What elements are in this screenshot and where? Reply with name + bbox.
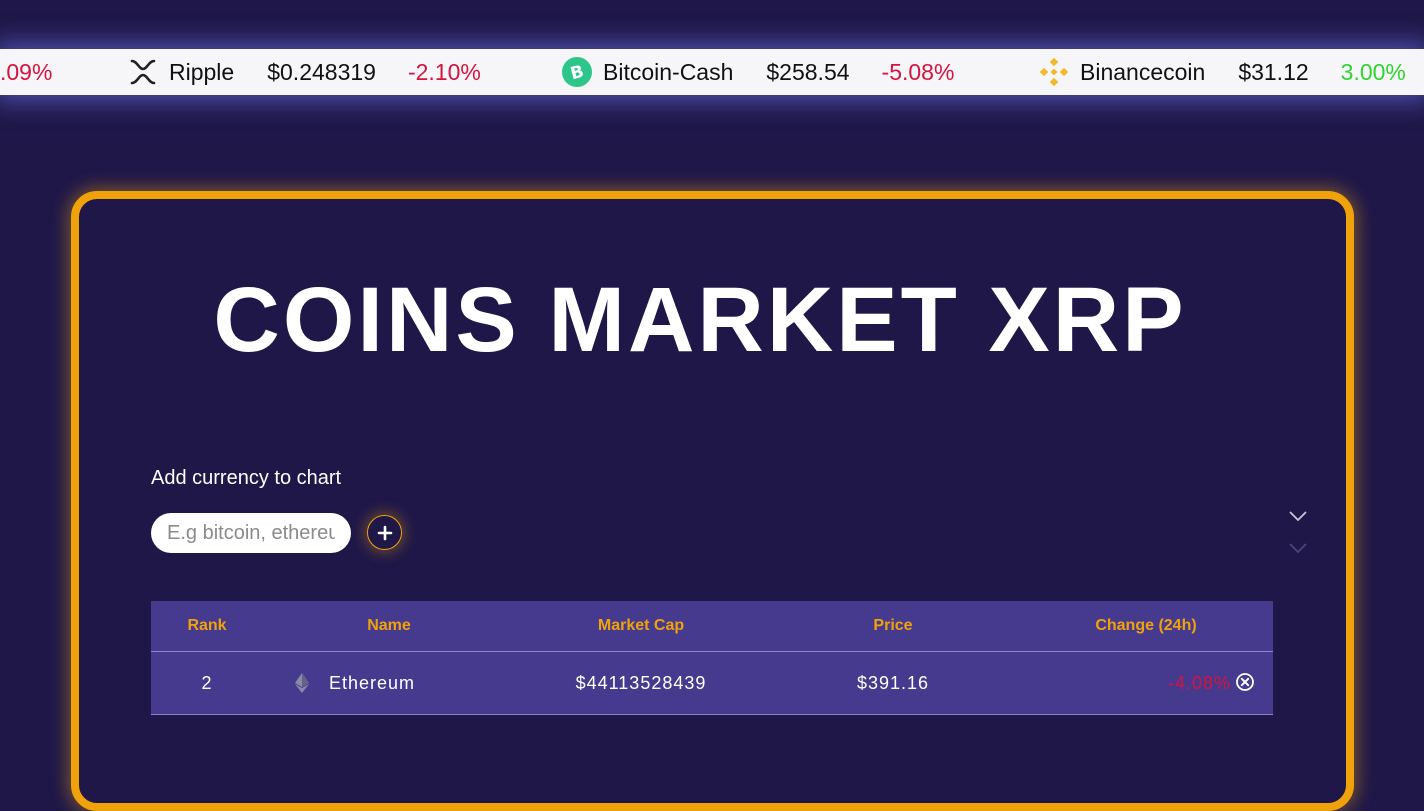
column-header-price: Price bbox=[873, 617, 913, 634]
ticker-change: -2.10% bbox=[407, 58, 481, 85]
binance-icon bbox=[1039, 57, 1069, 87]
ticker-price: $258.54 bbox=[766, 58, 850, 85]
currency-search-input[interactable] bbox=[151, 513, 351, 553]
ticker-item-bitcoin-cash[interactable]: B Bitcoin-Cash $258.54 -5.08% bbox=[562, 49, 954, 95]
ticker-change: .09% bbox=[0, 58, 53, 85]
plus-icon bbox=[377, 525, 392, 540]
add-currency-label: Add currency to chart bbox=[151, 467, 342, 489]
ticker-change: -5.08% bbox=[881, 58, 955, 85]
chevron-down-icon[interactable] bbox=[1288, 509, 1308, 523]
coins-table: Rank Name Market Cap Price Change (24h) … bbox=[151, 601, 1273, 715]
price-ticker: .09% Ripple $0.248319 -2.10% B Bitcoin-C… bbox=[0, 49, 1424, 95]
ticker-price: $0.248319 bbox=[267, 58, 376, 85]
column-header-market-cap: Market Cap bbox=[597, 617, 685, 634]
ticker-price: $31.12 bbox=[1238, 58, 1309, 85]
rank-cell: 2 bbox=[201, 672, 213, 693]
bitcoin-cash-icon: B bbox=[562, 57, 592, 87]
column-header-name: Name bbox=[367, 617, 411, 634]
remove-coin-icon[interactable] bbox=[1235, 672, 1255, 692]
ripple-icon bbox=[128, 57, 158, 87]
name-cell: Ethereum bbox=[263, 673, 515, 694]
ticker-name: Ripple bbox=[169, 58, 235, 85]
ethereum-icon bbox=[295, 673, 309, 693]
chevron-down-icon[interactable] bbox=[1288, 541, 1308, 555]
page-title: COINS MARKET XRP bbox=[213, 269, 1187, 371]
table-row[interactable]: 2 Ethereum $44113528439 $391.16 -4.08% bbox=[151, 652, 1273, 714]
ticker-name: Binancecoin bbox=[1080, 58, 1206, 85]
price-cell: $391.16 bbox=[856, 672, 930, 693]
ticker-name: Bitcoin-Cash bbox=[603, 58, 734, 85]
coin-name: Ethereum bbox=[329, 672, 416, 693]
ticker-item-binancecoin[interactable]: Binancecoin $31.12 3.00% bbox=[1039, 49, 1406, 95]
add-currency-button[interactable] bbox=[367, 515, 402, 550]
market-cap-cell: $44113528439 bbox=[575, 672, 707, 693]
ticker-change: 3.00% bbox=[1340, 58, 1406, 85]
ticker-item-ripple[interactable]: Ripple $0.248319 -2.10% bbox=[128, 49, 481, 95]
column-header-rank: Rank bbox=[187, 617, 227, 634]
column-header-change: Change (24h) bbox=[1095, 617, 1197, 634]
ticker-item-partial: .09% bbox=[0, 49, 52, 95]
table-header-row: Rank Name Market Cap Price Change (24h) bbox=[151, 601, 1273, 652]
